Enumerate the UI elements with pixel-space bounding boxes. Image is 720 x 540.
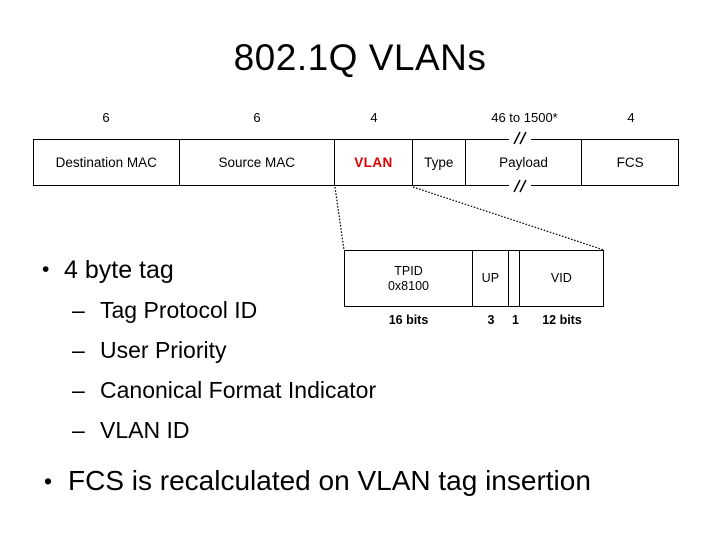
frame-cell-label: FCS — [616, 155, 644, 170]
frame-cell-destination-mac[interactable]: Destination MAC — [34, 140, 180, 185]
frame-cell-payload[interactable]: Payload — [466, 140, 583, 185]
bullet-dash-icon: – — [72, 377, 85, 403]
ethernet-frame-table: Destination MAC Source MAC VLAN Type Pay… — [33, 139, 679, 186]
slide-canvas: 802.1Q VLANs 6 6 4 46 to 1500* 4 Destina… — [0, 0, 720, 540]
bullet-dash-icon: – — [72, 337, 85, 363]
frame-cell-label: VLAN — [354, 155, 393, 170]
frame-cell-label: Payload — [499, 155, 548, 170]
frame-size-label-payload: 46 to 1500* — [491, 110, 558, 125]
tag-cell-vid[interactable]: VID — [520, 251, 603, 306]
frame-size-label-source-mac: 6 — [253, 110, 261, 125]
bullet-text: FCS is recalculated on VLAN tag insertio… — [68, 465, 591, 496]
frame-cell-fcs[interactable]: FCS — [582, 140, 678, 185]
bullet-text: Tag Protocol ID — [100, 297, 258, 323]
frame-cell-vlan[interactable]: VLAN — [335, 140, 413, 185]
bullet-dash-icon: – — [72, 297, 85, 323]
bullet-item-vlan-id: – VLAN ID — [26, 410, 456, 450]
bullet-list: • 4 byte tag – Tag Protocol ID – User Pr… — [26, 250, 456, 450]
connector-line-left — [334, 186, 345, 251]
tag-cell-label: VID — [550, 271, 572, 285]
frame-size-label-destination-mac: 6 — [102, 110, 110, 125]
tag-cell-cfi[interactable] — [509, 251, 520, 306]
frame-cell-label: Source MAC — [218, 155, 296, 170]
frame-size-label-vlan: 4 — [370, 110, 378, 125]
frame-cell-source-mac[interactable]: Source MAC — [180, 140, 336, 185]
bullet-text: User Priority — [100, 337, 227, 363]
tag-bits-label-vid: 12 bits — [542, 313, 582, 327]
bullet-text: VLAN ID — [100, 417, 190, 443]
bullet-text: Canonical Format Indicator — [100, 377, 377, 403]
tag-cell-label: UP — [481, 271, 500, 285]
frame-size-label-fcs: 4 — [627, 110, 635, 125]
bullet-dot-icon: • — [42, 258, 50, 281]
bullet-item-tag-protocol-id: – Tag Protocol ID — [26, 290, 456, 330]
tag-cell-user-priority[interactable]: UP — [473, 251, 509, 306]
bullet-item-fcs-recalculated: • FCS is recalculated on VLAN tag insert… — [26, 461, 716, 501]
bullet-dot-icon: • — [44, 468, 53, 494]
bullet-item-canonical-format-indicator: – Canonical Format Indicator — [26, 370, 456, 410]
bullet-dash-icon: – — [72, 417, 85, 443]
bullet-item-primary: • 4 byte tag — [26, 250, 456, 290]
page-title: 802.1Q VLANs — [233, 37, 487, 78]
bullet-text: 4 byte tag — [64, 256, 174, 284]
bullet-item-user-priority: – User Priority — [26, 330, 456, 370]
frame-cell-label: Type — [424, 155, 454, 170]
frame-cell-type[interactable]: Type — [413, 140, 466, 185]
frame-cell-label: Destination MAC — [55, 155, 157, 170]
connector-line-right — [412, 186, 605, 251]
